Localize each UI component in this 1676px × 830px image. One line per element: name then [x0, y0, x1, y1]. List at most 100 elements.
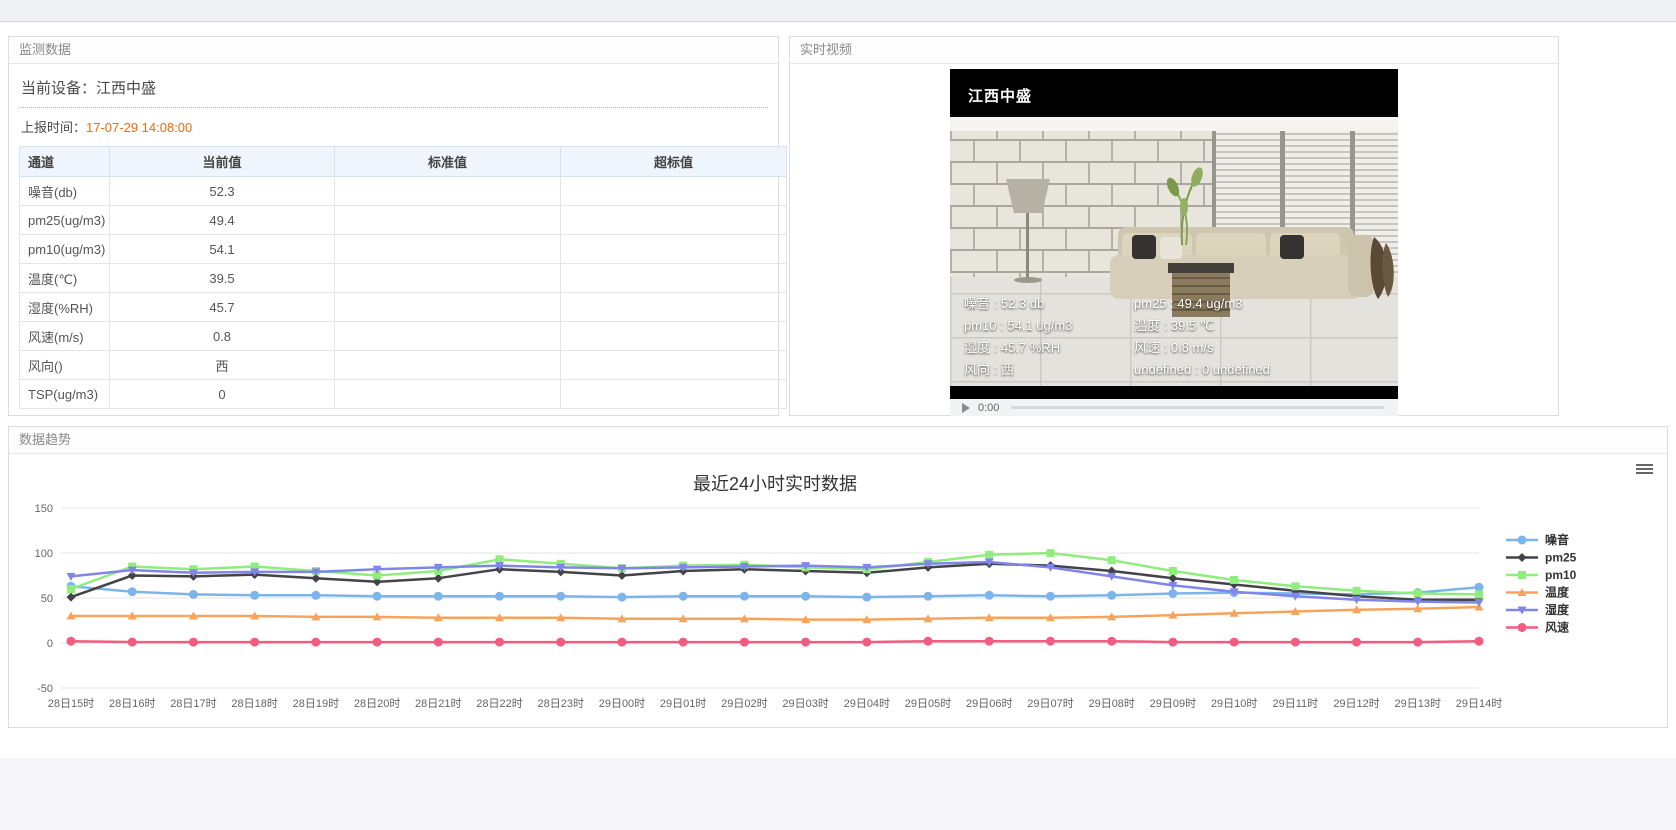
- video-time: 0:00: [978, 402, 999, 414]
- x-axis-label: 29日09时: [1150, 697, 1196, 710]
- legend-item[interactable]: 风速: [1506, 620, 1569, 635]
- standard-value-cell: [335, 380, 561, 409]
- x-axis-label: 28日21时: [415, 697, 461, 710]
- channel-cell: pm25(ug/m3): [20, 206, 110, 235]
- standard-value-cell: [335, 322, 561, 351]
- browser-top-strip: [0, 0, 1676, 22]
- x-axis-label: 29日05时: [905, 697, 951, 710]
- table-row: 温度(℃)39.5: [20, 264, 787, 293]
- channel-table-header-row: 通道 当前值 标准值 超标值: [20, 147, 787, 177]
- play-icon[interactable]: [962, 403, 970, 413]
- report-time-line: 上报时间：17-07-29 14:08:00: [19, 108, 768, 146]
- chart-title: 最近24小时实时数据: [693, 474, 857, 494]
- x-axis-label: 29日04时: [844, 697, 890, 710]
- x-axis-label: 29日12时: [1333, 697, 1379, 710]
- x-axis-label: 29日03时: [782, 697, 828, 710]
- table-row: pm25(ug/m3)49.4: [20, 206, 787, 235]
- table-row: 风向()西: [20, 351, 787, 380]
- col-header-channel: 通道: [20, 147, 110, 177]
- x-axis-label: 28日22时: [476, 697, 522, 710]
- overlay-line: 风向 : 西undefined : 0 undefined: [964, 359, 1270, 381]
- x-axis-label: 28日23时: [537, 697, 583, 710]
- channel-cell: 湿度(%RH): [20, 293, 110, 322]
- video-player[interactable]: 江西中盛: [950, 69, 1398, 399]
- x-axis-label: 29日11时: [1273, 697, 1319, 710]
- legend-label: pm10: [1545, 568, 1577, 582]
- report-time-value: 17-07-29 14:08:00: [86, 120, 192, 135]
- channel-cell: pm10(ug/m3): [20, 235, 110, 264]
- y-axis-label: 0: [47, 638, 53, 650]
- legend-item[interactable]: pm10: [1506, 568, 1577, 582]
- video-data-overlay: 噪音 : 52.3 dbpm25 : 49.4 ug/m3pm10 : 54.1…: [964, 293, 1270, 381]
- realtime-video-panel: 实时视频 江西中盛: [789, 36, 1559, 416]
- y-axis-label: -50: [37, 683, 53, 695]
- channel-cell: 温度(℃): [20, 264, 110, 293]
- legend-label: 温度: [1545, 585, 1570, 600]
- table-row: pm10(ug/m3)54.1: [20, 235, 787, 264]
- x-axis-label: 29日00时: [599, 697, 645, 710]
- monitor-panel-title: 监测数据: [9, 37, 778, 64]
- trend-chart-area: 最近24小时实时数据150100500-5028日15时28日16时28日17时…: [9, 454, 1667, 726]
- x-axis-label: 29日01时: [660, 697, 706, 710]
- exceed-value-cell: [561, 235, 787, 264]
- table-row: 噪音(db)52.3: [20, 177, 787, 206]
- exceed-value-cell: [561, 322, 787, 351]
- video-progress-bar[interactable]: [1011, 406, 1384, 409]
- x-axis-label: 28日17时: [170, 697, 216, 710]
- x-axis-label: 29日02时: [721, 697, 767, 710]
- current-value-cell: 39.5: [110, 264, 335, 293]
- channel-cell: TSP(ug/m3): [20, 380, 110, 409]
- standard-value-cell: [335, 177, 561, 206]
- standard-value-cell: [335, 351, 561, 380]
- col-header-current: 当前值: [110, 147, 335, 177]
- col-header-exceed: 超标值: [561, 147, 787, 177]
- current-value-cell: 49.4: [110, 206, 335, 235]
- video-device-title: 江西中盛: [968, 85, 1032, 106]
- chart-context-menu-icon[interactable]: [1636, 462, 1653, 476]
- overlay-line: 噪音 : 52.3 dbpm25 : 49.4 ug/m3: [964, 293, 1270, 315]
- series-温度: [67, 603, 1484, 624]
- channel-cell: 风速(m/s): [20, 322, 110, 351]
- page-footer-area: [0, 758, 1676, 830]
- x-axis-label: 28日16时: [109, 697, 155, 710]
- x-axis-label: 29日13时: [1395, 697, 1441, 710]
- exceed-value-cell: [561, 264, 787, 293]
- x-axis-label: 29日14时: [1456, 697, 1502, 710]
- y-axis-label: 150: [35, 503, 53, 515]
- overlay-line: pm10 : 54.1 ug/m3温度 : 39.5 ℃: [964, 315, 1270, 337]
- current-value-cell: 52.3: [110, 177, 335, 206]
- video-panel-title: 实时视频: [790, 37, 1558, 64]
- trend-chart-svg: 最近24小时实时数据150100500-5028日15时28日16时28日17时…: [9, 458, 1659, 720]
- exceed-value-cell: [561, 177, 787, 206]
- standard-value-cell: [335, 264, 561, 293]
- legend-label: 湿度: [1545, 602, 1570, 617]
- legend-item[interactable]: pm25: [1506, 551, 1577, 565]
- trend-panel-title: 数据趋势: [9, 427, 1667, 454]
- monitor-data-panel: 监测数据 当前设备：江西中盛 上报时间：17-07-29 14:08:00 通道…: [8, 36, 779, 416]
- overlay-line: 湿度 : 45.7 %RH风速 : 0.8 m/s: [964, 337, 1270, 359]
- series-pm10: [67, 549, 1483, 598]
- current-value-cell: 西: [110, 351, 335, 380]
- y-axis-label: 50: [41, 593, 53, 605]
- exceed-value-cell: [561, 380, 787, 409]
- current-device-label: 当前设备：江西中盛: [19, 70, 768, 108]
- col-header-standard: 标准值: [335, 147, 561, 177]
- video-controls-bar: 0:00: [950, 399, 1398, 416]
- x-axis-label: 28日20时: [354, 697, 400, 710]
- legend-label: 风速: [1545, 620, 1569, 635]
- current-value-cell: 0: [110, 380, 335, 409]
- table-row: 风速(m/s)0.8: [20, 322, 787, 351]
- legend-item[interactable]: 温度: [1506, 585, 1570, 600]
- x-axis-label: 29日08时: [1088, 697, 1134, 710]
- x-axis-label: 29日06时: [966, 697, 1012, 710]
- current-value-cell: 45.7: [110, 293, 335, 322]
- standard-value-cell: [335, 235, 561, 264]
- table-row: 湿度(%RH)45.7: [20, 293, 787, 322]
- legend-label: 噪音: [1545, 532, 1569, 547]
- y-axis-label: 100: [35, 548, 53, 560]
- current-value-cell: 0.8: [110, 322, 335, 351]
- table-row: TSP(ug/m3)0: [20, 380, 787, 409]
- legend-item[interactable]: 湿度: [1506, 602, 1570, 617]
- x-axis-label: 28日19时: [293, 697, 339, 710]
- legend-item[interactable]: 噪音: [1506, 532, 1569, 547]
